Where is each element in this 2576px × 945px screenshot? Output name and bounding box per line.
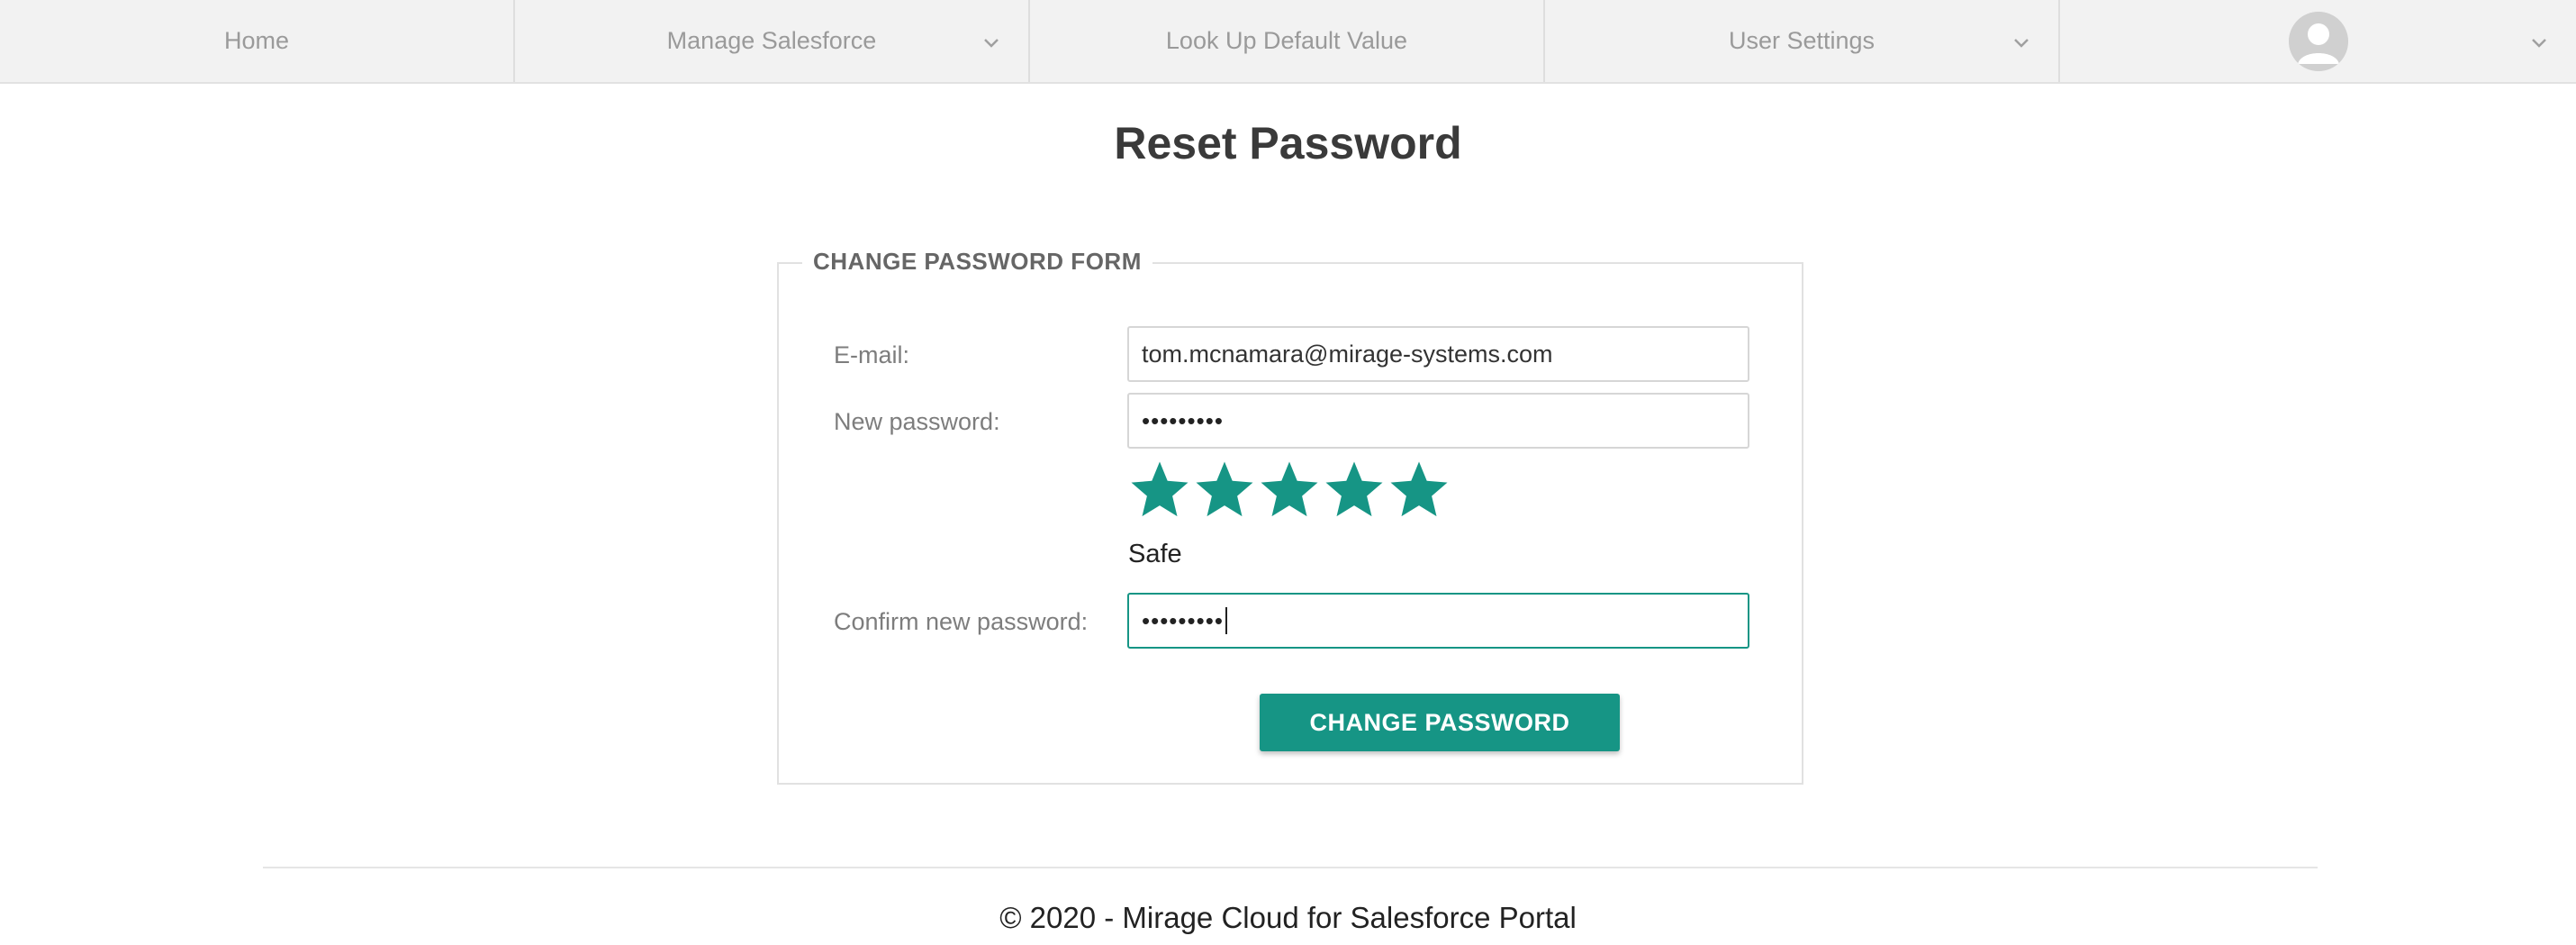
email-value: tom.mcnamara@mirage-systems.com [1142,340,1553,368]
nav-item-label: Manage Salesforce [666,27,877,54]
confirm-password-value: ••••••••• [1142,606,1224,634]
nav-item-look-up-default-value[interactable]: Look Up Default Value [1030,0,1545,82]
change-password-button[interactable]: CHANGE PASSWORD [1260,694,1620,751]
star-icon [1325,461,1383,517]
chevron-down-icon [2532,39,2546,48]
nav-item-label: Home [223,27,290,54]
new-password-label: New password: [834,408,1000,435]
chevron-down-icon [2014,39,2029,48]
star-icon [1390,461,1448,517]
change-password-form: CHANGE PASSWORD FORM E-mail: tom.mcnamar… [777,248,1803,785]
email-label: E-mail: [834,341,910,368]
form-legend: CHANGE PASSWORD FORM [802,248,1152,276]
text-caret [1225,607,1227,634]
star-icon [1261,461,1318,517]
nav-item-label: User Settings [1728,27,1876,54]
nav-item-profile[interactable] [2060,0,2576,82]
top-nav: Home Manage Salesforce Look Up Default V… [0,0,2576,84]
confirm-password-label: Confirm new password: [834,608,1089,635]
star-icon [1196,461,1253,517]
new-password-value: ••••••••• [1142,406,1224,434]
confirm-password-field[interactable]: ••••••••• [1127,593,1749,649]
footer-divider [263,867,2318,868]
email-field[interactable]: tom.mcnamara@mirage-systems.com [1127,326,1749,382]
new-password-field[interactable]: ••••••••• [1127,393,1749,449]
nav-item-label: Look Up Default Value [1165,27,1408,54]
nav-item-user-settings[interactable]: User Settings [1545,0,2060,82]
page-title: Reset Password [1114,118,1462,168]
password-strength-stars [1127,458,1451,522]
nav-item-manage-salesforce[interactable]: Manage Salesforce [515,0,1030,82]
star-icon [1131,461,1189,517]
nav-item-home[interactable]: Home [0,0,515,82]
password-strength-text: Safe [1128,540,1182,568]
chevron-down-icon [984,39,999,48]
footer-copyright: © 2020 - Mirage Cloud for Salesforce Por… [999,901,1577,934]
user-avatar-icon [2288,11,2348,71]
